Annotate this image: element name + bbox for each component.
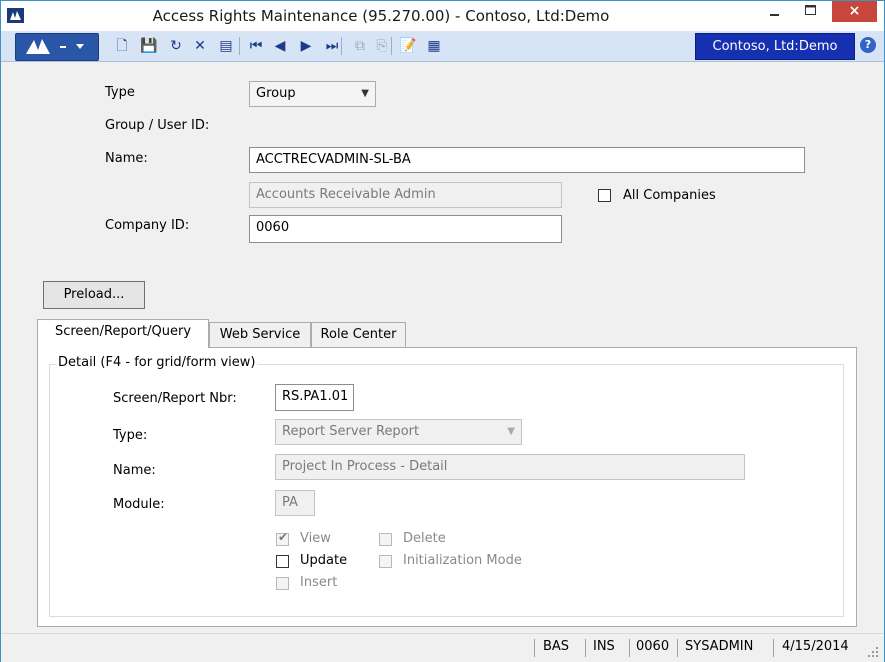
app-menu-button[interactable] xyxy=(15,33,99,61)
detail-name-label: Name: xyxy=(113,463,156,478)
tab-screen-report-query[interactable]: Screen/Report/Query xyxy=(37,319,209,348)
delete-checkbox xyxy=(379,533,392,546)
status-insert: INS xyxy=(593,639,615,654)
copy-icon: ⧉ xyxy=(355,38,365,54)
status-bar: BAS INS 0060 SYSADMIN 4/15/2014 xyxy=(1,633,884,662)
group-user-id-field[interactable]: ACCTRECVADMIN-SL-BA xyxy=(249,147,805,173)
detail-type-select: Report Server Report ▼ xyxy=(275,419,522,445)
window-title: Access Rights Maintenance (95.270.00) - … xyxy=(152,7,610,25)
detail-groupbox: Detail (F4 - for grid/form view) Screen/… xyxy=(49,355,844,617)
tab-role-center[interactable]: Role Center xyxy=(311,322,406,348)
status-mode: BAS xyxy=(543,639,570,654)
new-icon[interactable]: 🗋 xyxy=(113,37,131,55)
save-as-icon[interactable]: ▤ xyxy=(217,37,235,55)
status-date: 4/15/2014 xyxy=(782,639,849,654)
notes-icon[interactable]: 📝 xyxy=(399,37,417,55)
initialization-mode-checkbox xyxy=(379,555,392,568)
detail-type-label: Type: xyxy=(113,428,148,443)
delete-label: Delete xyxy=(403,531,446,546)
company-id-label: Company ID: xyxy=(105,218,190,233)
minimize-button[interactable] xyxy=(761,1,787,23)
checkmark-icon: ✔ xyxy=(278,530,289,544)
next-icon[interactable]: ▶ xyxy=(297,37,315,55)
status-company: 0060 xyxy=(636,639,670,654)
all-companies-checkbox[interactable] xyxy=(598,189,611,202)
status-user: SYSADMIN xyxy=(685,639,754,654)
detail-name-field: Project In Process - Detail xyxy=(275,454,745,480)
insert-checkbox xyxy=(276,577,289,590)
toolbar-separator xyxy=(239,37,240,55)
first-icon[interactable]: ⏮ xyxy=(247,37,265,55)
type-label: Type xyxy=(105,85,135,100)
maximize-button[interactable] xyxy=(797,1,823,23)
status-divider xyxy=(677,639,678,657)
tab-web-service[interactable]: Web Service xyxy=(209,322,311,348)
type-select-value: Group xyxy=(256,86,296,101)
last-icon[interactable]: ⏭ xyxy=(323,37,341,55)
status-divider xyxy=(629,639,630,657)
module-field: PA xyxy=(275,490,315,516)
status-divider xyxy=(773,639,774,657)
insert-label: Insert xyxy=(300,575,338,590)
previous-icon[interactable]: ◀ xyxy=(271,37,289,55)
company-badge: Contoso, Ltd:Demo xyxy=(695,33,855,60)
module-label: Module: xyxy=(113,497,165,512)
help-icon[interactable]: ? xyxy=(860,37,876,53)
status-divider xyxy=(585,639,586,657)
name-field: Accounts Receivable Admin xyxy=(249,182,562,208)
name-label: Name: xyxy=(105,151,148,166)
chevron-down-icon: ▼ xyxy=(361,88,369,99)
detail-group-title: Detail (F4 - for grid/form view) xyxy=(56,355,258,370)
group-user-label: Group / User ID: xyxy=(105,118,210,133)
company-id-field[interactable]: 0060 xyxy=(249,215,562,243)
screen-nbr-field[interactable]: RS.PA1.01 xyxy=(275,384,354,411)
type-select[interactable]: Group ▼ xyxy=(249,81,376,107)
resize-grip-icon[interactable] xyxy=(867,646,879,662)
status-divider xyxy=(534,639,535,657)
toolbar-separator xyxy=(391,37,392,55)
close-button[interactable]: × xyxy=(832,1,877,22)
view-checkbox: ✔ xyxy=(276,530,289,546)
toolbar: 🗋 💾 ↻ ✕ ▤ ⏮ ◀ ▶ ⏭ ⧉ ⎘ 📝 ▦ Contoso, Ltd:Demo ? xyxy=(1,31,884,62)
excel-icon[interactable]: ▦ xyxy=(425,37,443,55)
detail-type-value: Report Server Report xyxy=(282,424,420,439)
title-bar: Access Rights Maintenance (95.270.00) - … xyxy=(1,1,884,31)
chevron-down-icon: ▼ xyxy=(507,426,515,437)
refresh-icon[interactable]: ↻ xyxy=(167,37,185,55)
initialization-mode-label: Initialization Mode xyxy=(403,553,522,568)
preload-button[interactable]: Preload... xyxy=(43,281,145,309)
access-rights-window: Access Rights Maintenance (95.270.00) - … xyxy=(0,0,885,662)
paste-icon: ⎘ xyxy=(376,38,388,54)
view-label: View xyxy=(300,531,331,546)
tab-panel: Detail (F4 - for grid/form view) Screen/… xyxy=(37,347,857,627)
update-label: Update xyxy=(300,553,348,568)
screen-nbr-label: Screen/Report Nbr: xyxy=(113,391,237,406)
update-checkbox[interactable] xyxy=(276,555,289,568)
toolbar-separator xyxy=(341,37,342,55)
close-icon: × xyxy=(848,3,861,19)
save-icon[interactable]: 💾 xyxy=(140,37,158,55)
delete-icon[interactable]: ✕ xyxy=(191,37,209,55)
all-companies-label: All Companies xyxy=(623,188,716,203)
